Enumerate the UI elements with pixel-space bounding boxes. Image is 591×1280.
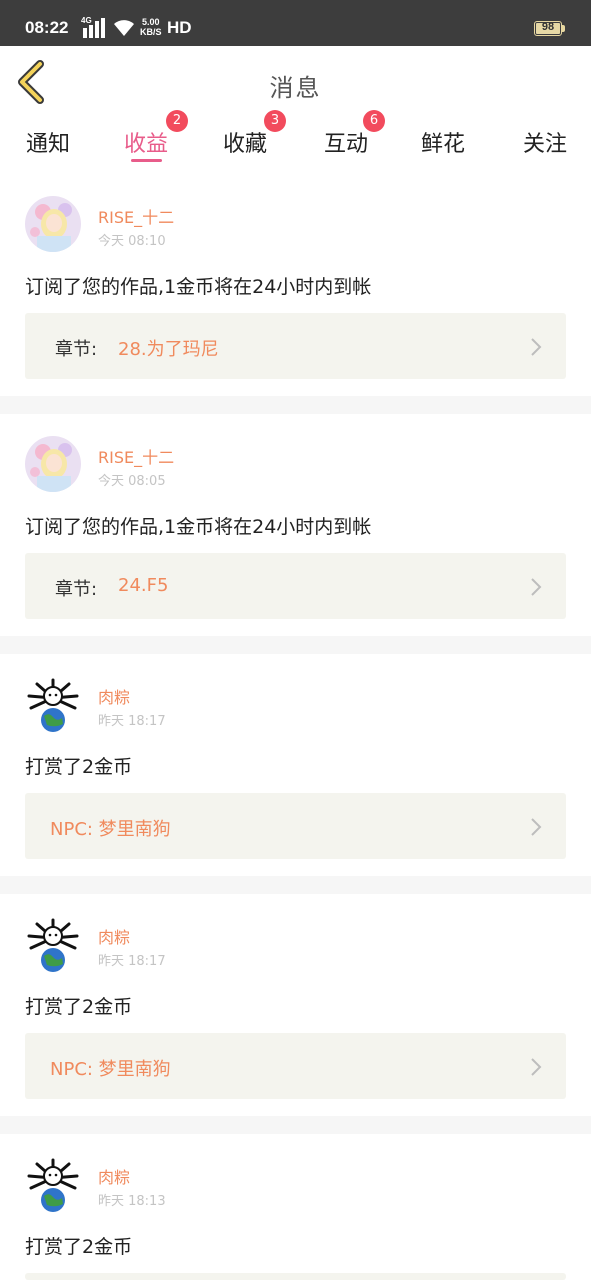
network-speed-value: 5.00	[141, 17, 160, 27]
ref-value: NPC: 梦里南狗	[50, 1059, 171, 1080]
tab-bar: 通知 收益 2 收藏 3 互动 6 鲜花 关注	[0, 110, 591, 166]
message-text: 订阅了您的作品,1金币将在24小时内到帐	[25, 516, 372, 538]
divider	[0, 396, 591, 414]
timestamp: 昨天 18:17	[98, 954, 166, 969]
battery-icon: 98	[534, 21, 562, 36]
tab-following[interactable]: 关注	[510, 126, 580, 158]
cartoon-globe-avatar-icon	[25, 916, 81, 972]
chevron-right-icon	[531, 1058, 542, 1076]
divider	[0, 1116, 591, 1134]
nav-bar: 消息	[0, 46, 591, 116]
message-card: RISE_十二 今天 08:10 订阅了您的作品,1金币将在24小时内到帐 章节…	[0, 174, 591, 396]
avatar[interactable]	[25, 196, 81, 252]
username[interactable]: 肉粽	[98, 684, 130, 708]
battery-level: 98	[541, 21, 555, 33]
message-card: 肉粽 昨天 18:13 打赏了2金币	[0, 1134, 591, 1280]
timestamp: 昨天 18:13	[98, 1194, 166, 1209]
novel-link[interactable]	[25, 1273, 566, 1280]
battery-tip	[562, 25, 565, 32]
avatar[interactable]	[25, 1156, 81, 1212]
chevron-right-icon	[531, 818, 542, 836]
cartoon-globe-avatar-icon	[25, 1156, 81, 1212]
timestamp: 今天 08:05	[98, 474, 166, 489]
message-text: 订阅了您的作品,1金币将在24小时内到帐	[25, 276, 372, 298]
hd-indicator: HD	[167, 18, 192, 37]
message-text: 打赏了2金币	[25, 996, 133, 1018]
ref-value: NPC: 梦里南狗	[50, 819, 171, 840]
novel-link[interactable]: NPC: 梦里南狗	[25, 793, 566, 859]
novel-link[interactable]: NPC: 梦里南狗	[25, 1033, 566, 1099]
divider	[0, 876, 591, 894]
chevron-right-icon	[531, 578, 542, 596]
ref-label: 章节:	[55, 579, 98, 600]
tab-favorites-badge: 3	[264, 110, 286, 132]
timestamp: 昨天 18:17	[98, 714, 166, 729]
message-text: 打赏了2金币	[25, 1236, 133, 1258]
username[interactable]: 肉粽	[98, 1164, 130, 1188]
status-time: 08:22	[25, 18, 69, 37]
avatar[interactable]	[25, 676, 81, 732]
username[interactable]: RISE_十二	[98, 204, 174, 228]
network-speed: 5.00 KB/S	[140, 17, 162, 37]
chapter-link[interactable]: 章节: 24.F5	[25, 553, 566, 619]
timestamp: 今天 08:10	[98, 234, 166, 249]
tab-notifications[interactable]: 通知	[13, 126, 83, 158]
cartoon-globe-avatar-icon	[25, 676, 81, 732]
avatar[interactable]	[25, 436, 81, 492]
username[interactable]: 肉粽	[98, 924, 130, 948]
username[interactable]: RISE_十二	[98, 444, 174, 468]
divider	[0, 636, 591, 654]
status-bar: 08:22 4G 5.00 KB/S HD 98	[0, 0, 591, 46]
chapter-link[interactable]: 章节: 28.为了玛尼	[25, 313, 566, 379]
page-title: 消息	[269, 74, 322, 102]
tab-active-indicator	[131, 159, 162, 162]
chevron-right-icon	[531, 338, 542, 356]
message-card: 肉粽 昨天 18:17 打赏了2金币 NPC: 梦里南狗	[0, 894, 591, 1116]
ref-value: 28.为了玛尼	[118, 339, 219, 360]
wifi-icon	[114, 20, 134, 36]
tab-interactions-badge: 6	[363, 110, 385, 132]
ref-value: 24.F5	[118, 575, 169, 596]
tab-earnings[interactable]: 收益	[111, 126, 181, 158]
message-card: RISE_十二 今天 08:05 订阅了您的作品,1金币将在24小时内到帐 章节…	[0, 414, 591, 636]
signal-icon	[83, 18, 105, 38]
anime-avatar-icon	[25, 196, 81, 252]
tab-flowers[interactable]: 鲜花	[408, 126, 478, 158]
message-text: 打赏了2金币	[25, 756, 133, 778]
message-card: 肉粽 昨天 18:17 打赏了2金币 NPC: 梦里南狗	[0, 654, 591, 876]
avatar[interactable]	[25, 916, 81, 972]
network-speed-unit: KB/S	[140, 27, 162, 37]
tab-earnings-badge: 2	[166, 110, 188, 132]
anime-avatar-icon	[25, 436, 81, 492]
ref-label: 章节:	[55, 339, 98, 360]
